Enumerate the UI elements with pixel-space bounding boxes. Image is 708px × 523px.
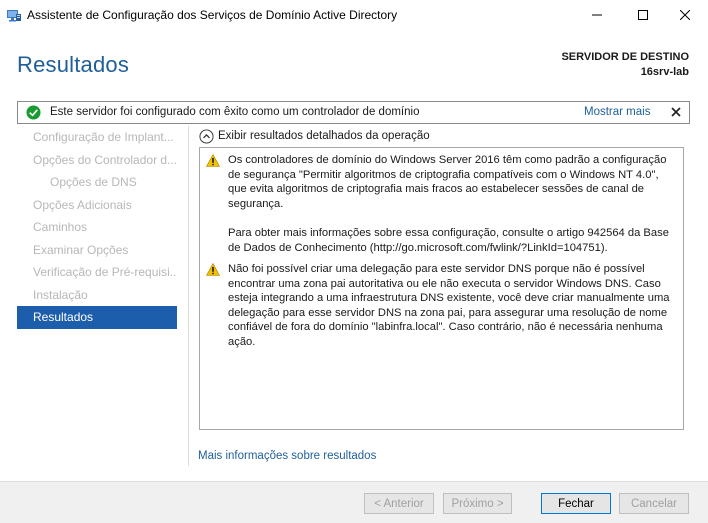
maximize-button[interactable] [620, 0, 666, 30]
close-button[interactable]: Fechar [541, 493, 611, 514]
close-window-button[interactable] [662, 0, 708, 30]
nav-step-additional-options: Opções Adicionais [33, 197, 132, 212]
wizard-window: Assistente de Configuração dos Serviços … [0, 0, 708, 523]
wizard-steps-nav: Configuração de Implant... Opções do Con… [17, 126, 177, 329]
page-title: Resultados [17, 52, 130, 77]
warning-icon [206, 154, 220, 167]
nav-step-results[interactable]: Resultados [17, 306, 177, 329]
detailed-results-expander[interactable]: Exibir resultados detalhados da operação [199, 127, 430, 145]
nav-step-dns-options: Opções de DNS [50, 175, 137, 189]
success-check-icon [26, 105, 41, 120]
result-paragraph: Para obter mais informações sobre essa c… [228, 226, 669, 254]
nav-step-installation: Instalação [33, 287, 88, 302]
nav-step-review-options: Examinar Opções [33, 242, 129, 257]
result-paragraph: Os controladores de domínio do Windows S… [228, 154, 667, 210]
success-notification: Este servidor foi configurado com êxito … [17, 101, 690, 124]
wizard-footer: < Anterior Próximo > Fechar Cancelar [0, 481, 708, 523]
previous-button[interactable]: < Anterior [364, 493, 434, 514]
result-entry-text: Não foi possível criar uma delegação par… [228, 262, 680, 350]
minimize-button[interactable] [574, 0, 620, 30]
more-info-results-link[interactable]: Mais informações sobre resultados [198, 450, 376, 462]
destination-server-label: SERVIDOR DE DESTINO [561, 51, 689, 63]
result-paragraph: Não foi possível criar uma delegação par… [228, 263, 670, 348]
close-icon [680, 10, 690, 20]
maximize-icon [638, 10, 648, 20]
result-entry-text: Os controladores de domínio do Windows S… [228, 153, 680, 255]
nav-step-deployment-configuration: Configuração de Implant... [33, 130, 174, 144]
warning-icon [206, 263, 220, 276]
destination-server-name: 16srv-lab [640, 66, 689, 78]
results-detail-box[interactable]: Os controladores de domínio do Windows S… [199, 147, 684, 430]
nav-step-paths: Caminhos [33, 220, 88, 234]
title-bar: Assistente de Configuração dos Serviços … [0, 0, 708, 30]
expander-label: Exibir resultados detalhados da operação [218, 130, 430, 142]
server-manager-icon [7, 10, 21, 22]
next-button[interactable]: Próximo > [443, 493, 512, 514]
window-title: Assistente de Configuração dos Serviços … [27, 8, 398, 22]
cancel-button[interactable]: Cancelar [619, 493, 689, 514]
content-divider [188, 126, 189, 466]
nav-step-domain-controller-options: Opções do Controlador d... [33, 152, 177, 167]
show-more-link[interactable]: Mostrar mais [584, 106, 650, 118]
nav-step-prerequisites-check: Verificação de Pré-requisi... [33, 265, 177, 279]
notification-text: Este servidor foi configurado com êxito … [50, 106, 420, 118]
minimize-icon [592, 14, 602, 16]
chevron-up-icon [199, 128, 214, 144]
dismiss-notification-icon[interactable] [669, 105, 683, 119]
